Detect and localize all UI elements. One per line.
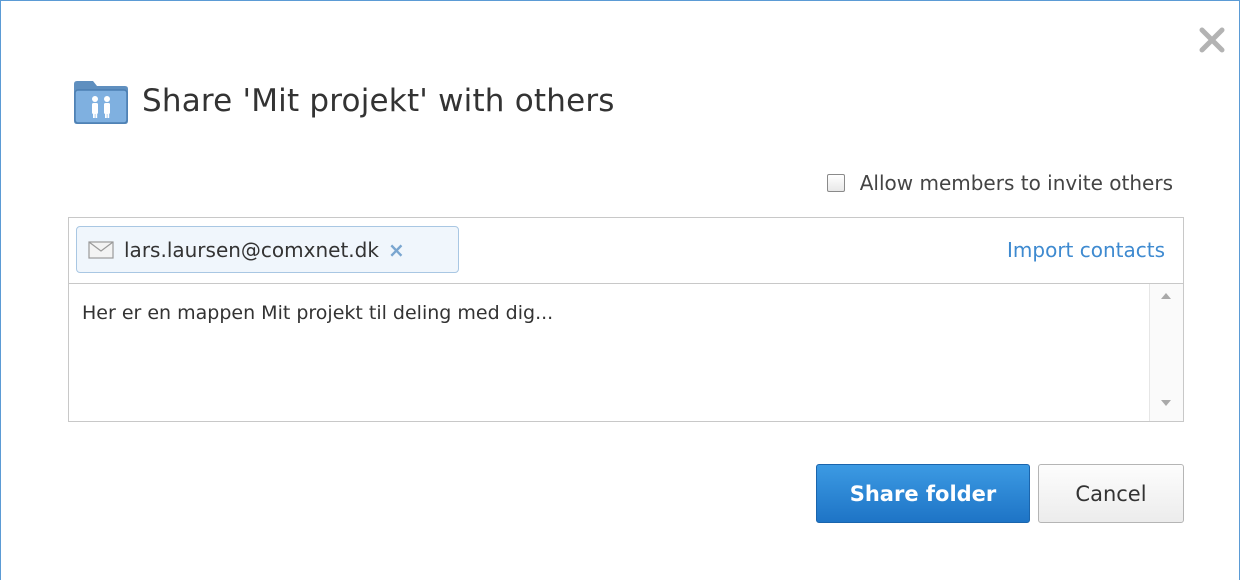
recipient-chip: lars.laursen@comxnet.dk ×	[76, 226, 459, 273]
recipient-email: lars.laursen@comxnet.dk	[124, 237, 379, 262]
message-scrollbar[interactable]	[1149, 284, 1183, 421]
close-icon	[1199, 27, 1225, 53]
close-button[interactable]	[1197, 25, 1227, 55]
share-folder-dialog: Share 'Mit projekt' with others Allow me…	[0, 0, 1240, 580]
message-text: Her er en mappen Mit projekt til deling …	[82, 302, 554, 324]
allow-invite-checkbox[interactable]	[826, 174, 845, 192]
scroll-down-arrow-icon[interactable]	[1161, 400, 1171, 406]
remove-recipient-icon[interactable]: ×	[388, 238, 405, 262]
envelope-icon	[88, 240, 114, 259]
shared-folder-icon	[74, 81, 128, 124]
import-contacts-link[interactable]: Import contacts	[1007, 238, 1165, 262]
recipients-field[interactable]: lars.laursen@comxnet.dk × Import contact…	[68, 217, 1184, 283]
message-textarea[interactable]: Her er en mappen Mit projekt til deling …	[68, 283, 1184, 422]
allow-invite-label: Allow members to invite others	[859, 171, 1173, 195]
cancel-button[interactable]: Cancel	[1038, 464, 1184, 523]
allow-invite-option[interactable]: Allow members to invite others	[826, 171, 1173, 195]
dialog-title: Share 'Mit projekt' with others	[142, 83, 615, 119]
share-folder-button[interactable]: Share folder	[816, 464, 1030, 523]
scroll-up-arrow-icon[interactable]	[1161, 293, 1171, 299]
dialog-header: Share 'Mit projekt' with others	[71, 71, 615, 131]
